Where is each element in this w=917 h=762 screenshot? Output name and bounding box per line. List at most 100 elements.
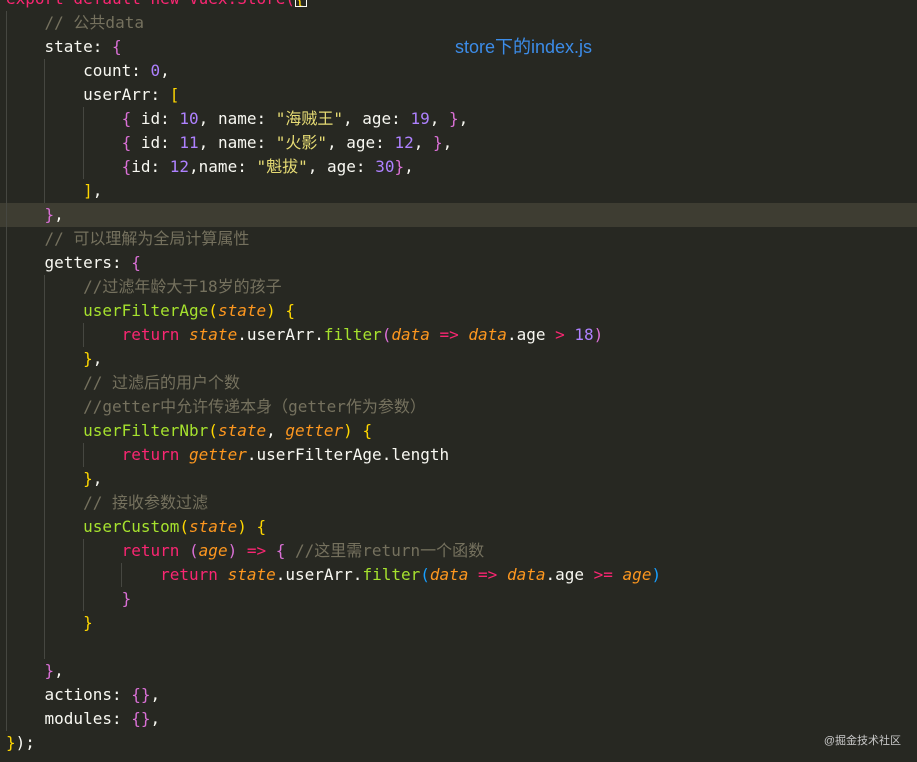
code-token: )	[15, 733, 26, 752]
code-token: id:	[131, 133, 180, 152]
code-line[interactable]: },	[6, 347, 102, 371]
code-token: }	[394, 157, 405, 176]
code-token: return	[121, 541, 190, 560]
code-token: //getter中允许传递本身（getter作为参数）	[6, 397, 426, 416]
code-line[interactable]: { id: 10, name: "海贼王", age: 19, },	[6, 107, 469, 131]
code-token: 19	[410, 109, 430, 128]
code-line[interactable]: userFilterNbr(state, getter) {	[6, 419, 372, 443]
code-token: data	[506, 565, 546, 584]
code-line[interactable]: }	[6, 587, 132, 611]
code-token: {	[111, 37, 122, 56]
code-token: state	[217, 421, 267, 440]
code-line[interactable]: // 可以理解为全局计算属性	[6, 227, 250, 251]
code-line[interactable]: },	[6, 203, 64, 227]
code-line[interactable]: });	[6, 731, 35, 755]
code-token: ,	[413, 133, 433, 152]
code-token: //这里需return一个函数	[285, 541, 485, 560]
code-line[interactable]: return getter.userFilterAge.length	[6, 443, 450, 467]
code-token: ,name:	[189, 157, 257, 176]
code-token: 11	[179, 133, 199, 152]
code-token: {	[256, 517, 267, 536]
code-line[interactable]: userCustom(state) {	[6, 515, 266, 539]
code-line[interactable]: },	[6, 467, 102, 491]
code-token: {	[121, 157, 132, 176]
code-token: }	[121, 589, 132, 608]
code-token: .age	[545, 565, 594, 584]
code-token: userCustom	[83, 517, 180, 536]
code-token: )	[651, 565, 662, 584]
code-token: {}	[131, 685, 151, 704]
code-token: }	[83, 613, 93, 632]
code-token: ,	[54, 661, 64, 680]
code-token: state	[227, 565, 276, 584]
code-token: .userArr.	[275, 565, 363, 584]
code-line[interactable]: userFilterAge(state) {	[6, 299, 295, 323]
code-token: , name:	[198, 133, 276, 152]
code-token: data	[429, 565, 469, 584]
code-line[interactable]: return state.userArr.filter(data => data…	[6, 563, 661, 587]
code-token: [	[169, 85, 180, 104]
code-token: }	[448, 109, 459, 128]
code-token: ,	[404, 157, 414, 176]
code-token: userFilterAge	[83, 301, 209, 320]
code-token: data	[468, 325, 507, 344]
code-token: ,	[266, 421, 286, 440]
code-line[interactable]: return (age) => { //这里需return一个函数	[6, 539, 485, 563]
code-line[interactable]: { id: 11, name: "火影", age: 12, },	[6, 131, 453, 155]
code-line[interactable]: return state.userArr.filter(data => data…	[6, 323, 604, 347]
code-line[interactable]: }	[6, 611, 93, 635]
code-token: actions:	[6, 685, 132, 704]
code-token: data	[391, 325, 430, 344]
code-token: .age	[506, 325, 556, 344]
code-line[interactable]: },	[6, 659, 64, 683]
code-line[interactable]: actions: {},	[6, 683, 161, 707]
code-token: }	[83, 349, 93, 368]
code-line[interactable]: getters: {	[6, 251, 141, 275]
code-line[interactable]: modules: {},	[6, 707, 161, 731]
code-line[interactable]: state: {	[6, 35, 122, 59]
code-token: )	[343, 421, 363, 440]
code-token: // 接收参数过滤	[6, 493, 208, 512]
code-line[interactable]: {id: 12,name: "魁拔", age: 30},	[6, 155, 414, 179]
code-token: ,	[92, 349, 103, 368]
code-line[interactable]: // 接收参数过滤	[6, 491, 208, 515]
code-token: {}	[131, 709, 151, 728]
code-line[interactable]: export default new Vuex.Store({	[6, 0, 307, 11]
code-token: , age:	[327, 133, 395, 152]
code-token: userArr:	[6, 85, 170, 104]
code-token: 0	[150, 61, 161, 80]
code-token: ,	[92, 181, 103, 200]
code-line[interactable]: ],	[6, 179, 102, 203]
code-token: //过滤年龄大于18岁的孩子	[6, 277, 282, 296]
code-token: 18	[564, 325, 594, 344]
code-token: }	[44, 205, 55, 224]
code-token: ,	[150, 685, 161, 704]
code-token: // 可以理解为全局计算属性	[6, 229, 250, 248]
code-token: 12	[394, 133, 414, 152]
code-token: getters:	[6, 253, 132, 272]
code-token: state	[189, 325, 238, 344]
code-line[interactable]: userArr: [	[6, 83, 179, 107]
code-token: count:	[6, 61, 151, 80]
code-line[interactable]: count: 0,	[6, 59, 170, 83]
code-line[interactable]: // 公共data	[6, 11, 144, 35]
watermark-text: @掘金技术社区	[823, 735, 901, 747]
code-editor[interactable]: export default new Vuex.Store({ // 公共dat…	[0, 0, 917, 762]
code-token: filter	[323, 325, 382, 344]
code-token: state	[189, 517, 238, 536]
code-line[interactable]: // 过滤后的用户个数	[6, 371, 240, 395]
code-token: )	[593, 325, 604, 344]
code-line[interactable]: //getter中允许传递本身（getter作为参数）	[6, 395, 426, 419]
code-token: =>	[237, 541, 276, 560]
code-token: ,	[92, 469, 103, 488]
code-token: // 过滤后的用户个数	[6, 373, 240, 392]
code-token: (	[179, 517, 190, 536]
code-token: {	[285, 301, 296, 320]
code-line[interactable]: //过滤年龄大于18岁的孩子	[6, 275, 282, 299]
